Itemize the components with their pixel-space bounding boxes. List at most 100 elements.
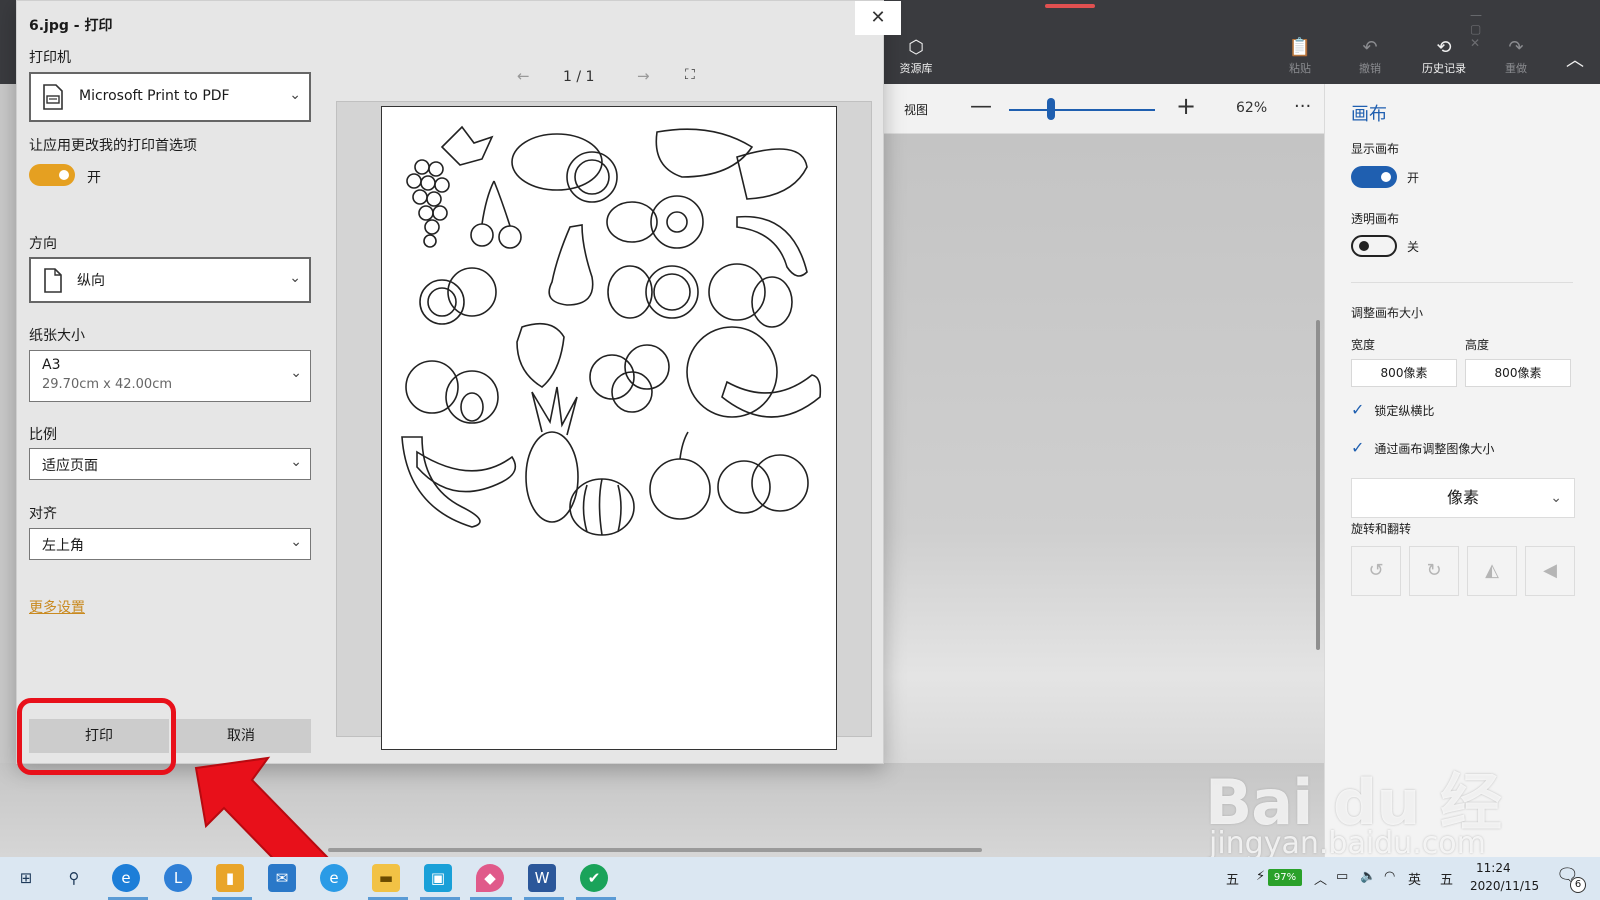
library-button[interactable]: ⬡ 资源库	[884, 38, 948, 76]
windows-start-icon[interactable]: ⊞	[12, 864, 40, 892]
allow-app-prefs-label: 让应用更改我的打印首选项	[29, 138, 197, 154]
notes-app-icon[interactable]: ▮	[216, 864, 244, 892]
zoom-value: 62%	[1236, 100, 1268, 116]
next-page-button[interactable]: →	[637, 67, 650, 85]
width-input[interactable]: 800像素	[1351, 359, 1457, 387]
word-icon[interactable]: W	[528, 864, 556, 892]
mail-icon[interactable]: ✉	[268, 864, 296, 892]
redo-button[interactable]: ↷ 重做	[1484, 38, 1548, 76]
scale-dropdown[interactable]: 适应页面 ⌄	[29, 448, 311, 480]
history-button[interactable]: ⟲ 历史记录	[1412, 38, 1476, 76]
green-app-icon[interactable]: ✔	[580, 864, 608, 892]
more-settings-link[interactable]: 更多设置	[29, 597, 85, 617]
chevron-down-icon: ⌄	[1550, 490, 1562, 506]
taskbar: ⊞ ⚲ e L ▮ ✉ e ▬ ▣ ◆ W ✔ 五 ⚡ 97% ︿ ▭ 🔈 ◠ …	[0, 857, 1600, 900]
flip-vertical-button[interactable]: ◀	[1525, 546, 1575, 596]
lock-aspect-checkbox[interactable]: ✓ 锁定纵横比	[1351, 400, 1434, 419]
ime-indicator[interactable]: 五	[1226, 869, 1239, 888]
panel-title: 画布	[1351, 104, 1387, 125]
print-button-highlight	[17, 698, 176, 775]
zoom-slider-track[interactable]	[1009, 109, 1155, 111]
zoom-out-button[interactable]: —	[970, 94, 992, 119]
ie-browser-icon[interactable]: e	[320, 864, 348, 892]
charging-icon: ⚡	[1256, 869, 1266, 884]
clock-date[interactable]: 2020/11/15	[1470, 879, 1539, 893]
view-label[interactable]: 视图	[904, 101, 928, 118]
cancel-button[interactable]: 取消	[171, 719, 311, 753]
flip-vertical-icon: ◀	[1543, 560, 1557, 581]
allow-app-prefs-state: 开	[87, 170, 101, 186]
watermark-url: jingyan.baidu.com	[1209, 826, 1486, 861]
printer-dropdown[interactable]: Microsoft Print to PDF ⌄	[29, 72, 311, 122]
horizontal-scrollbar[interactable]	[328, 848, 982, 852]
alignment-dropdown[interactable]: 左上角 ⌄	[29, 528, 311, 560]
allow-app-prefs-toggle[interactable]	[29, 164, 75, 186]
store-app-icon[interactable]: ▣	[424, 864, 452, 892]
search-icon[interactable]: ⚲	[60, 864, 88, 892]
show-canvas-label: 显示画布	[1351, 142, 1400, 156]
show-canvas-state: 开	[1407, 171, 1420, 185]
show-canvas-toggle[interactable]	[1351, 166, 1397, 188]
print-dialog: 6.jpg - 打印 ✕ 打印机 Microsoft Print to PDF …	[16, 0, 901, 764]
paint3d-icon[interactable]: ◆	[476, 864, 504, 892]
prev-page-button[interactable]: ←	[517, 67, 530, 85]
volume-icon[interactable]: 🔈	[1360, 869, 1376, 884]
dialog-title: 6.jpg - 打印	[29, 18, 113, 34]
preview-page	[381, 106, 837, 750]
rotate-left-button[interactable]: ↺	[1351, 546, 1401, 596]
baidu-watermark: Bai du 经验 jingyan.baidu.com	[1205, 752, 1545, 900]
scale-value: 适应页面	[42, 458, 98, 474]
undo-icon: ↶	[1362, 37, 1378, 58]
notification-count: 6	[1570, 877, 1586, 893]
view-bar: 视图 — + 62% ···	[884, 84, 1324, 134]
clock-time[interactable]: 11:24	[1476, 861, 1511, 875]
zoom-in-button[interactable]: +	[1176, 92, 1196, 120]
rotate-right-button[interactable]: ↻	[1409, 546, 1459, 596]
more-options-icon[interactable]: ···	[1294, 96, 1311, 117]
file-explorer-icon[interactable]: ▬	[372, 864, 400, 892]
transparent-canvas-label: 透明画布	[1351, 212, 1400, 226]
close-button[interactable]: ✕	[855, 1, 901, 35]
cube-icon: ⬡	[908, 37, 924, 58]
battery-indicator[interactable]: 97%	[1268, 869, 1302, 886]
undo-button[interactable]: ↶ 撤销	[1338, 38, 1402, 76]
drag-indicator	[1045, 4, 1095, 8]
vertical-scrollbar[interactable]	[1316, 320, 1320, 650]
rotate-left-icon: ↺	[1368, 560, 1384, 581]
language-indicator[interactable]: 英	[1408, 869, 1421, 888]
printer-label: 打印机	[29, 50, 71, 66]
orientation-dropdown[interactable]: 纵向 ⌄	[29, 257, 311, 303]
canvas-area[interactable]	[884, 134, 1324, 857]
chevron-down-icon: ⌄	[290, 454, 302, 470]
ime-mode-indicator[interactable]: 五	[1440, 869, 1453, 888]
paper-size-dims: 29.70cm x 42.00cm	[42, 377, 173, 392]
printer-value: Microsoft Print to PDF	[79, 88, 230, 104]
print-preview	[336, 101, 872, 750]
rotate-right-icon: ↻	[1426, 560, 1442, 581]
chevron-down-icon: ⌄	[289, 87, 301, 103]
height-input[interactable]: 800像素	[1465, 359, 1571, 387]
chevron-up-icon[interactable]: ︿	[1314, 869, 1327, 888]
paper-size-label: 纸张大小	[29, 328, 85, 344]
fit-page-icon[interactable]: ⛶	[685, 67, 695, 83]
fruit-line-drawing	[401, 125, 822, 536]
flip-horizontal-button[interactable]: ◭	[1467, 546, 1517, 596]
paste-button[interactable]: 📋 粘贴	[1268, 38, 1332, 76]
redo-icon: ↷	[1508, 37, 1524, 58]
wifi-icon[interactable]: ◠	[1384, 869, 1395, 884]
chevron-up-icon[interactable]: ︿	[1566, 46, 1584, 72]
paper-size-dropdown[interactable]: A3 29.70cm x 42.00cm ⌄	[29, 350, 311, 402]
battery-icon[interactable]: ▭	[1336, 869, 1348, 884]
app-l-icon[interactable]: L	[164, 864, 192, 892]
chevron-down-icon: ⌄	[290, 534, 302, 550]
zoom-slider-thumb[interactable]	[1047, 98, 1056, 120]
unit-dropdown[interactable]: 像素 ⌄	[1351, 478, 1575, 518]
rotate-flip-label: 旋转和翻转	[1351, 522, 1412, 536]
chevron-down-icon: ⌄	[289, 270, 301, 286]
resize-image-checkbox[interactable]: ✓ 通过画布调整图像大小	[1351, 438, 1494, 457]
close-icon: ✕	[870, 7, 886, 28]
edge-browser-icon[interactable]: e	[112, 864, 140, 892]
orientation-value: 纵向	[77, 273, 105, 289]
transparent-canvas-toggle[interactable]	[1351, 235, 1397, 257]
checkmark-icon: ✓	[1351, 400, 1365, 419]
